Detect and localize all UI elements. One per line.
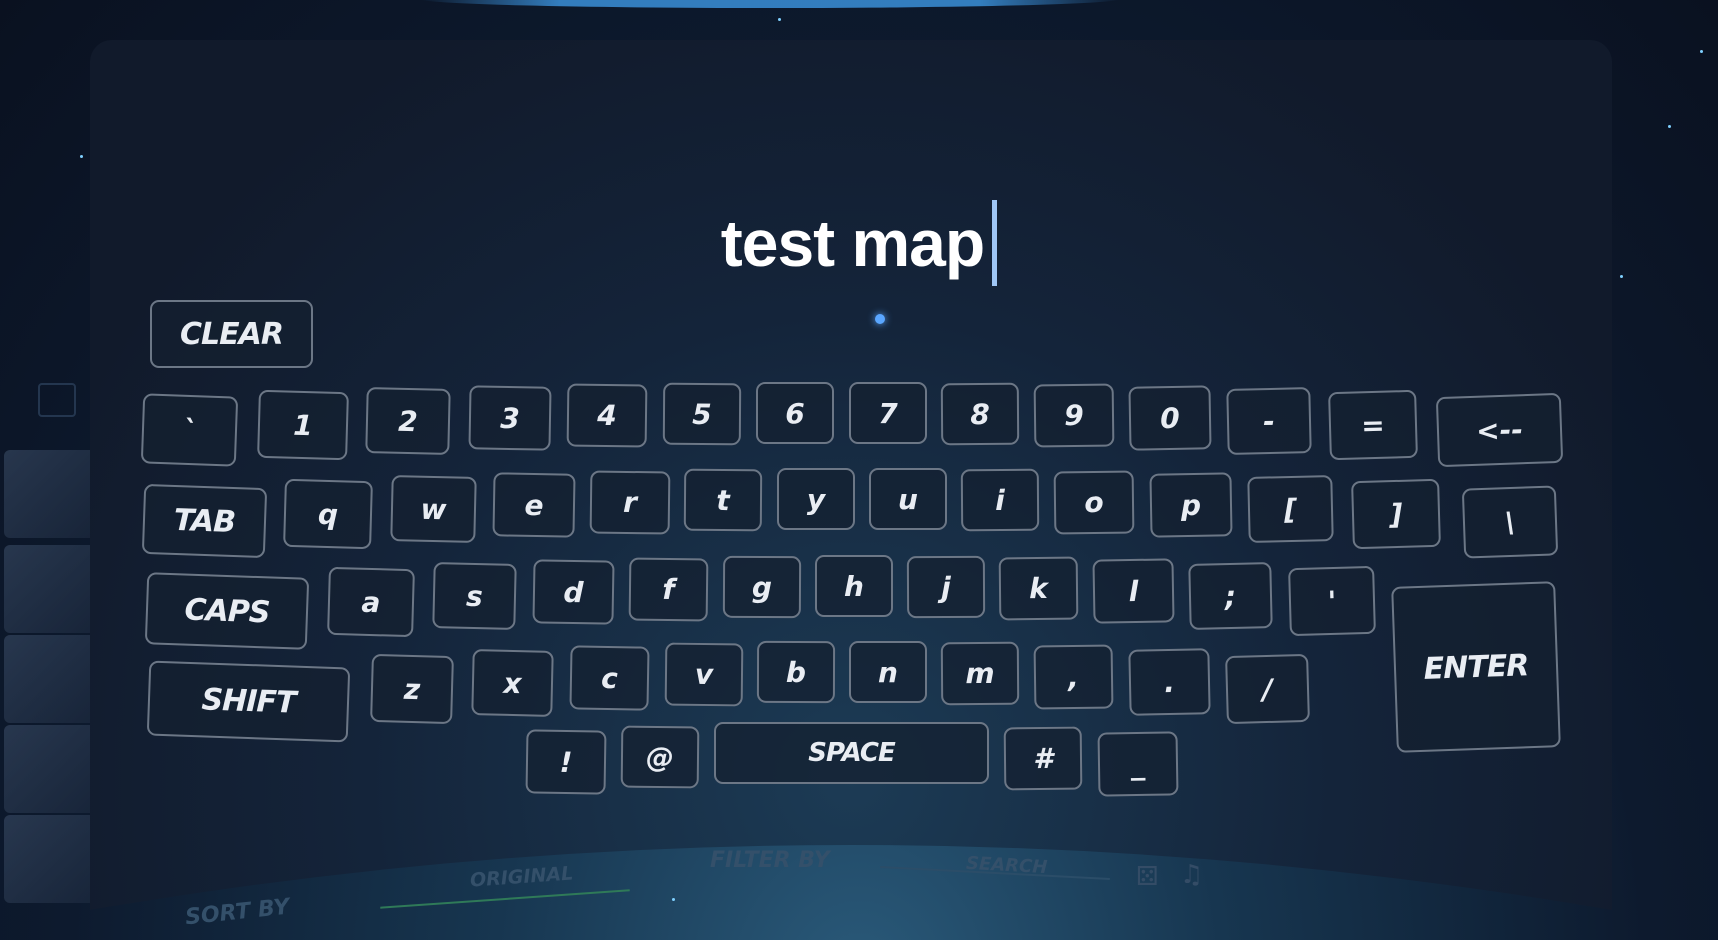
key-z[interactable]: z [370,653,454,725]
key-period[interactable]: . [1128,648,1211,716]
key-comma[interactable]: , [1033,644,1114,710]
key-4[interactable]: 4 [566,383,648,448]
tab-key[interactable]: TAB [141,483,268,559]
map-thumbnail [4,635,96,723]
key-semicolon[interactable]: ; [1188,562,1273,630]
map-thumbnail [4,725,96,813]
sort-underline [380,889,630,909]
key-r[interactable]: r [589,470,671,535]
shift-key[interactable]: SHIFT [146,660,351,743]
key-x[interactable]: x [471,649,554,717]
key-o[interactable]: o [1053,470,1135,535]
key-5[interactable]: 5 [662,382,742,446]
key-l[interactable]: l [1092,558,1175,624]
key-at[interactable]: @ [620,725,700,789]
key-exclamation[interactable]: ! [525,729,607,795]
caps-key[interactable]: CAPS [144,572,310,650]
key-m[interactable]: m [940,641,1020,706]
key-2[interactable]: 2 [365,387,451,455]
key-d[interactable]: d [532,559,615,625]
key-s[interactable]: s [432,562,517,630]
key-j[interactable]: j [906,555,986,619]
key-hash[interactable]: # [1003,726,1083,791]
text-caret [992,200,998,286]
key-e[interactable]: e [492,472,576,538]
star [1700,50,1703,53]
clear-key[interactable]: CLEAR [150,300,313,368]
key-c[interactable]: c [569,645,650,711]
map-thumbnail [4,450,96,538]
key-6[interactable]: 6 [756,382,834,444]
enter-key[interactable]: ENTER [1391,581,1561,753]
key-g[interactable]: g [722,555,802,619]
input-text: test map [720,206,985,280]
key-0[interactable]: 0 [1128,385,1212,451]
key-backslash[interactable]: \ [1461,485,1559,559]
key-b[interactable]: b [756,640,836,704]
top-glow [420,0,1120,8]
pointer-dot [875,314,885,324]
key-k[interactable]: k [998,556,1079,621]
key-right-bracket[interactable]: ] [1351,478,1441,550]
key-t[interactable]: t [683,468,763,532]
key-equals[interactable]: = [1328,389,1418,461]
key-w[interactable]: w [390,475,477,543]
key-h[interactable]: h [815,555,893,617]
text-input-display[interactable]: test map [0,200,1718,286]
key-a[interactable]: a [327,566,415,638]
key-backtick[interactable]: ` [140,393,239,467]
star [778,18,781,21]
key-8[interactable]: 8 [940,382,1020,446]
key-v[interactable]: v [664,642,744,707]
key-1[interactable]: 1 [257,389,349,461]
key-underscore[interactable]: _ [1097,731,1179,797]
key-f[interactable]: f [628,557,709,622]
original-option: ORIGINAL [469,862,574,892]
key-left-bracket[interactable]: [ [1247,475,1334,543]
dice-icon: ⚄ [1136,862,1159,892]
key-slash[interactable]: / [1225,653,1310,725]
key-minus[interactable]: - [1226,387,1312,455]
map-thumbnail [4,545,96,633]
key-y[interactable]: y [777,468,855,530]
key-q[interactable]: q [283,478,373,550]
star [672,898,675,901]
key-i[interactable]: i [960,468,1040,532]
star [1668,125,1671,128]
key-7[interactable]: 7 [849,382,927,444]
music-list-icon: ♫ [1180,860,1204,890]
key-3[interactable]: 3 [468,385,552,451]
map-thumbnail [4,815,96,903]
key-u[interactable]: u [869,468,947,530]
key-p[interactable]: p [1149,472,1233,538]
key-n[interactable]: n [849,641,927,703]
key-apostrophe[interactable]: ' [1288,565,1376,637]
edit-icon [38,383,76,417]
space-key[interactable]: SPACE [714,722,989,784]
star [80,155,83,158]
filter-by-label: FILTER BY [710,848,830,873]
sort-by-label: SORT BY [183,894,291,931]
backspace-key[interactable]: <-- [1435,392,1564,468]
key-9[interactable]: 9 [1033,383,1115,448]
